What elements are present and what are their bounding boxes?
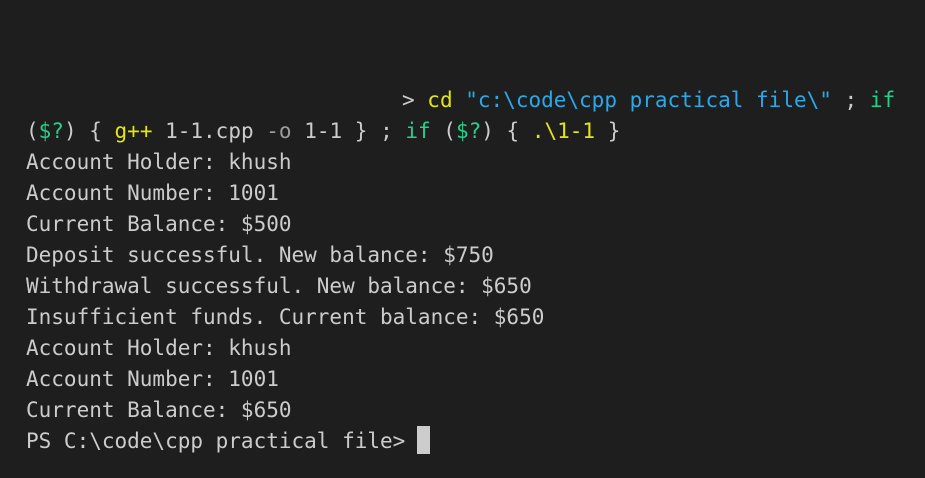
command-token: } xyxy=(595,119,621,143)
output-line: Account Holder: khush xyxy=(26,336,292,360)
command-token: ) { xyxy=(63,119,115,143)
command-token: 1-1 } ; xyxy=(291,119,406,143)
command-line-1: > cd "c:\code\cpp practical file\" ; if xyxy=(402,85,895,116)
command-token: 1-1.cpp xyxy=(152,119,267,143)
prompt-text: PS C:\code\cpp practical file> xyxy=(26,429,406,453)
output-line: Account Holder: khush xyxy=(26,150,292,174)
command-token: ( xyxy=(430,119,456,143)
command-line-2: ($?) { g++ 1-1.cpp -o 1-1 } ; if ($?) { … xyxy=(26,116,620,147)
output-line: Account Number: 1001 xyxy=(26,367,279,391)
command-token: if xyxy=(869,88,896,112)
command-token: if xyxy=(405,119,431,143)
command-token xyxy=(453,88,466,112)
command-token: ; xyxy=(831,88,870,112)
output-line: Account Number: 1001 xyxy=(26,181,279,205)
command-token: > xyxy=(402,88,428,112)
output-line: Insufficient funds. Current balance: $65… xyxy=(26,305,545,329)
command-token: .\1-1 xyxy=(531,119,596,143)
output-line: Deposit successful. New balance: $750 xyxy=(26,243,494,267)
output-line: Withdrawal successful. New balance: $650 xyxy=(26,274,532,298)
command-token: "c:\code\cpp practical file\" xyxy=(465,88,832,112)
command-token: g++ xyxy=(114,119,153,143)
command-token: $? xyxy=(455,119,482,143)
command-token: ( xyxy=(26,119,39,143)
command-token: cd xyxy=(427,88,453,112)
prompt-line[interactable]: PS C:\code\cpp practical file> xyxy=(26,426,431,457)
command-token: ) { xyxy=(481,119,532,143)
text-cursor xyxy=(417,426,431,454)
output-line: Current Balance: $500 xyxy=(26,212,292,236)
output-line: Current Balance: $650 xyxy=(26,398,292,422)
command-token: -o xyxy=(266,119,292,143)
command-token: $? xyxy=(38,119,64,143)
terminal-panel[interactable]: > cd "c:\code\cpp practical file\" ; if … xyxy=(0,0,925,478)
